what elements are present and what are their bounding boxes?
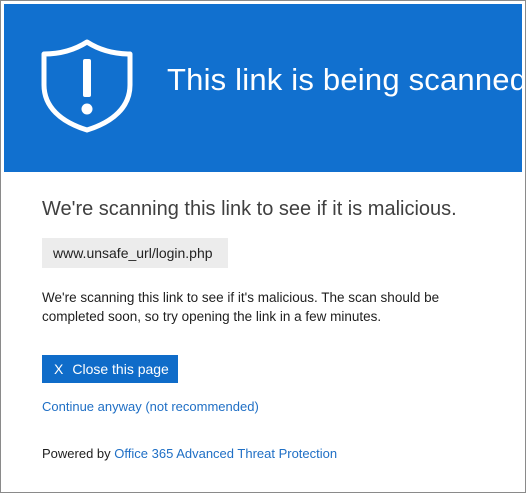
- shield-exclamation-icon: [41, 39, 133, 133]
- scan-message: We're scanning this link to see if it's …: [42, 290, 440, 324]
- atp-link[interactable]: Office 365 Advanced Threat Protection: [114, 446, 337, 461]
- powered-by: Powered by Office 365 Advanced Threat Pr…: [42, 446, 337, 461]
- close-page-label: Close this page: [72, 361, 169, 377]
- close-page-button[interactable]: X Close this page: [42, 355, 178, 383]
- header-banner: This link is being scanned.: [4, 4, 526, 172]
- scanned-url: www.unsafe_url/login.php: [42, 238, 228, 268]
- page-title: This link is being scanned.: [167, 62, 526, 97]
- scan-heading: We're scanning this link to see if it is…: [42, 198, 457, 220]
- powered-by-label: Powered by: [42, 446, 111, 461]
- page-frame: This link is being scanned. We're scanni…: [0, 0, 526, 493]
- continue-anyway-link[interactable]: Continue anyway (not recommended): [42, 399, 259, 414]
- close-icon: X: [54, 361, 64, 377]
